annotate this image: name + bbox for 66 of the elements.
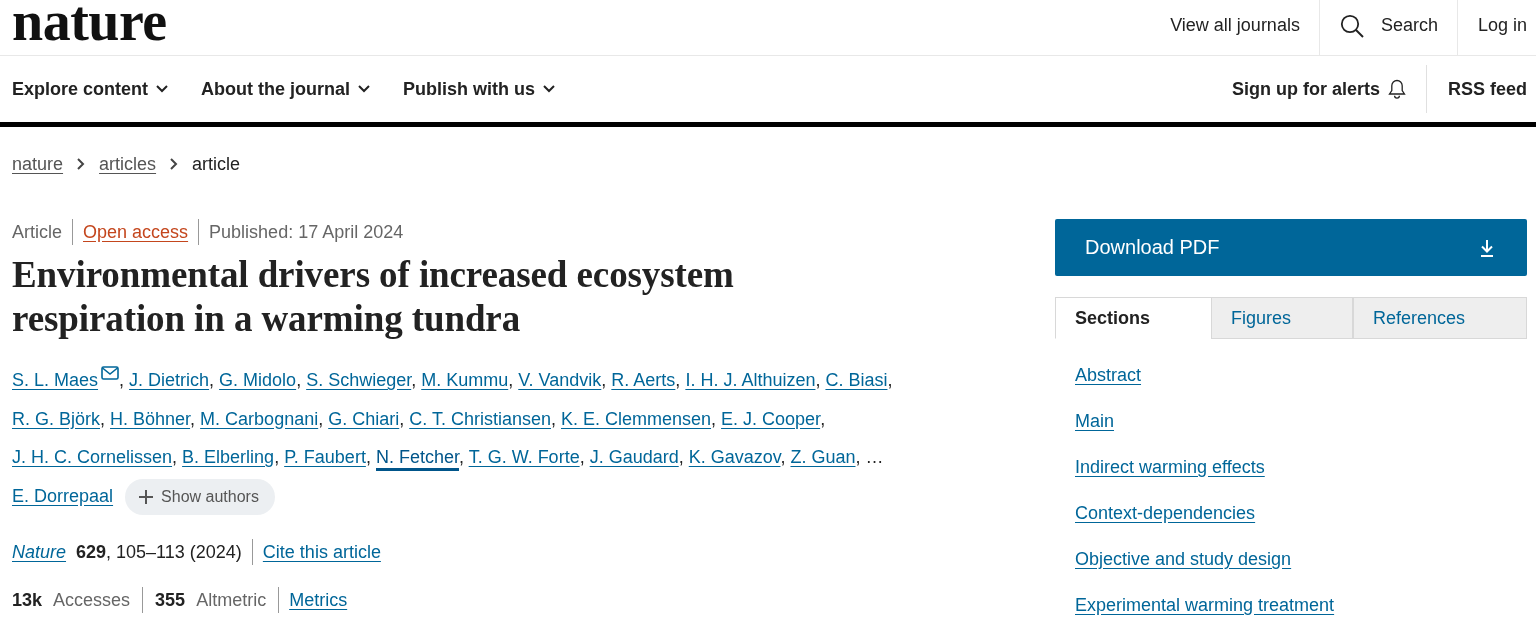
header-link[interactable]: View all journals (1150, 0, 1319, 55)
article-title: Environmental drivers of increased ecosystem respiration in a warming tundra (12, 253, 735, 341)
envelope-icon[interactable] (101, 366, 120, 380)
sidebar-tab[interactable]: Sections (1055, 297, 1211, 339)
header-link[interactable]: Log in (1456, 0, 1536, 55)
author-link[interactable]: I. H. J. Althuizen (685, 370, 816, 390)
publication-date: Published: 17 April 2024 (198, 219, 414, 245)
metrics-link[interactable]: Metrics (278, 587, 348, 613)
author-link[interactable]: G. Midolo (219, 370, 297, 390)
sidebar-tab[interactable]: References (1352, 297, 1527, 339)
author-link[interactable]: J. Dietrich (129, 370, 210, 390)
section-link[interactable]: Context-dependencies (1075, 502, 1256, 524)
nav-menu-link[interactable]: Publish with us (403, 78, 556, 100)
author-link[interactable]: V. Vandvik (518, 370, 602, 390)
author-link[interactable]: N. Fetcher (375, 447, 459, 471)
author-link[interactable]: J. H. C. Cornelissen (12, 447, 173, 467)
author-link[interactable]: C. Biasi (825, 370, 888, 390)
plus-icon (139, 489, 154, 504)
author-link[interactable]: R. G. Björk (12, 408, 100, 429)
section-link[interactable]: Objective and study design (1075, 548, 1292, 570)
search-button[interactable]: Search (1318, 0, 1457, 55)
breadcrumb-current: article (192, 153, 241, 176)
bell-icon (1387, 79, 1406, 99)
author-link[interactable]: K. Gavazov (688, 447, 781, 467)
author-link[interactable]: S. L. Maes (12, 370, 120, 390)
chevron-right-icon (170, 158, 179, 170)
breadcrumb-link[interactable]: nature (12, 152, 64, 176)
show-authors-button[interactable]: Show authors (125, 478, 275, 515)
author-link[interactable]: H. Böhner (110, 408, 191, 429)
section-link[interactable]: Abstract (1075, 364, 1142, 386)
author-link[interactable]: C. T. Christiansen (409, 408, 551, 429)
author-link[interactable]: M. Carbognani (200, 408, 319, 429)
author-link[interactable]: T. G. W. Forte (468, 447, 580, 467)
open-access-link[interactable]: Open access (72, 219, 199, 245)
nav-menu-link[interactable]: Explore content (12, 78, 169, 100)
chevron-right-icon (77, 158, 86, 170)
alerts-link[interactable]: Sign up for alerts (1231, 78, 1406, 100)
sidebar-tab[interactable]: Figures (1211, 297, 1353, 339)
cite-article-link[interactable]: Cite this article (251, 539, 381, 565)
nature-logo[interactable]: nature (12, 0, 167, 42)
journal-link[interactable]: Nature (12, 539, 67, 565)
author-link[interactable]: E. J. Cooper (721, 408, 821, 429)
article-type: Article (12, 221, 63, 244)
author-link[interactable]: B. Elberling (182, 447, 275, 467)
author-link[interactable]: J. Gaudard (589, 447, 679, 467)
search-icon (1339, 13, 1364, 38)
author-link[interactable]: G. Chiari (328, 408, 400, 429)
author-link[interactable]: K. E. Clemmensen (561, 408, 712, 429)
section-link[interactable]: Indirect warming effects (1075, 456, 1265, 478)
author-link[interactable]: E. Dorrepaal (12, 485, 114, 506)
citation-details: 629, 105–113 (2024) (76, 541, 243, 564)
metric-stat: 355 Altmetric (142, 587, 279, 613)
breadcrumb-link[interactable]: articles (99, 152, 157, 176)
author-link[interactable]: M. Kummu (421, 370, 509, 390)
author-link[interactable]: Z. Guan (790, 447, 856, 467)
nav-menu-link[interactable]: About the journal (201, 78, 370, 100)
author-list: S. L. Maes , J. Dietrich, G. Midolo, S. Schwieger, M. Kummu, V. Vandvik, R. Aerts, I. H. J. Althuizen, C. Biasi, R. G. Björk, H. Böhner, M. Carbognani, G. Chiari, C. T. Christiansen, K. E. Clemmensen, E. J. Cooper, J. H. C. Cornelissen, B. Elberling, P. Faubert, N. Fetcher, T. G. W. Forte, J. Gaudard, K. Gavazov, Z. Guan, … E. Dorrepaal Show authors (12, 361, 952, 515)
section-link[interactable]: Experimental warming treatment (1075, 594, 1335, 616)
section-link[interactable]: Main (1075, 410, 1114, 432)
author-link[interactable]: S. Schwieger (306, 370, 412, 390)
rss-feed-link[interactable]: RSS feed (1447, 78, 1527, 100)
metric-stat: 13k Accesses (12, 589, 132, 612)
author-link[interactable]: R. Aerts (611, 370, 676, 390)
download-icon (1479, 238, 1495, 257)
download-pdf-button[interactable]: Download PDF (1055, 219, 1527, 276)
author-link[interactable]: P. Faubert (284, 447, 366, 467)
